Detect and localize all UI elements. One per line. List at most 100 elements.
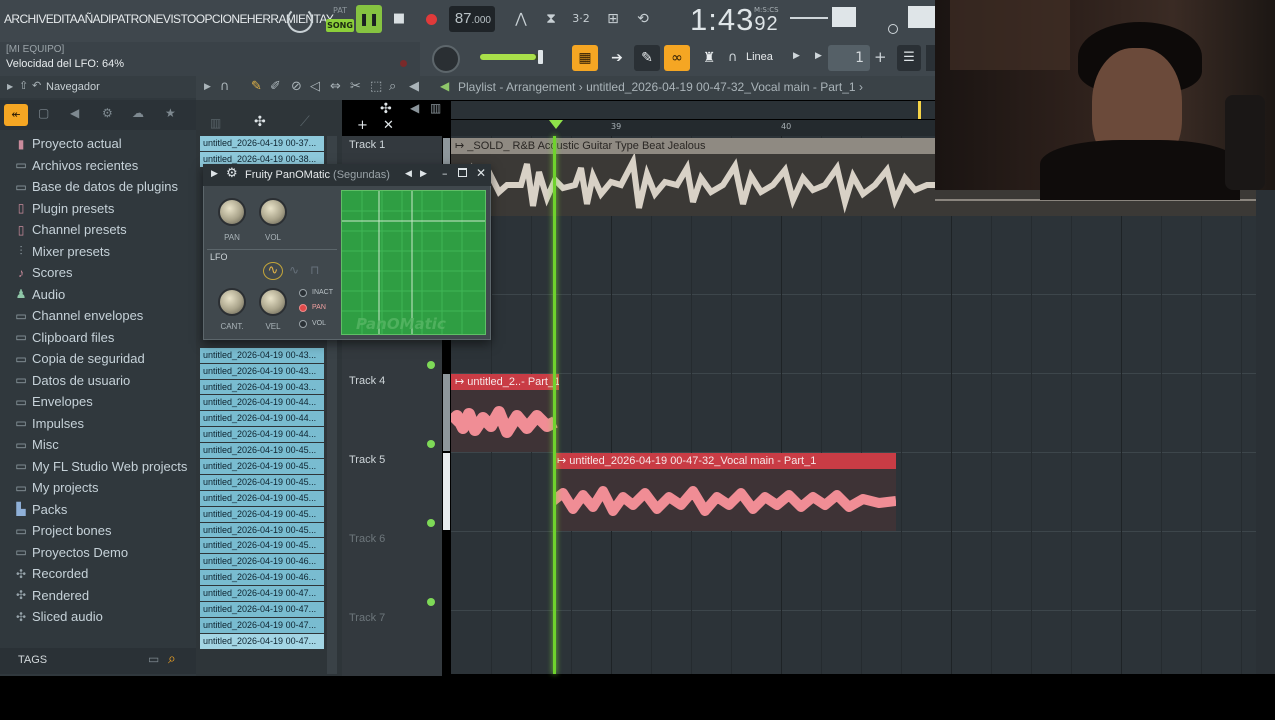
picker-clip-item[interactable]: untitled_2026-04-19 00-46...	[200, 554, 324, 571]
browser-item-archivos-recientes[interactable]: ▭ Archivos recientes	[10, 155, 190, 177]
picker-clip-item[interactable]: untitled_2026-04-19 00-47...	[200, 586, 324, 603]
picker-clip-item[interactable]: untitled_2026-04-19 00-43...	[200, 379, 324, 396]
vel-knob[interactable]	[259, 288, 287, 316]
channel-rack-icon[interactable]	[926, 45, 935, 71]
vocal-clip-body[interactable]	[549, 469, 897, 531]
mute-tool-icon[interactable]: ◁	[310, 79, 320, 94]
timeline-ruler[interactable]: 39 40	[451, 120, 935, 136]
picker-clip-item[interactable]: untitled_2026-04-19 00-43...	[200, 347, 324, 364]
browser-item-impulses[interactable]: ▭ Impulses	[10, 413, 190, 435]
playhead-marker-icon[interactable]	[549, 120, 563, 129]
browser-item-channel-envelopes[interactable]: ▭ Channel envelopes	[10, 305, 190, 327]
browser-home-button[interactable]: ↞	[4, 104, 28, 126]
browser-item-clipboard-files[interactable]: ▭ Clipboard files	[10, 327, 190, 349]
pencil-tool-icon[interactable]: ✎	[251, 79, 262, 94]
picker-clip-item[interactable]: untitled_2026-04-19 00-45...	[200, 443, 324, 460]
wait-input-icon[interactable]: ⧗	[538, 5, 564, 33]
vocal-clip-short-body[interactable]	[446, 390, 559, 452]
browser-item-project-bones[interactable]: ▭ Project bones	[10, 520, 190, 542]
menu-anadir[interactable]: AÑADI	[77, 12, 111, 26]
picker-clip-item[interactable]: untitled_2026-04-19 00-45...	[200, 490, 324, 507]
browser-item-scores[interactable]: ♪ Scores	[10, 262, 190, 284]
browser-item-proyecto-actual[interactable]: ▮ Proyecto actual	[10, 133, 190, 155]
picker-clip-item[interactable]: untitled_2026-04-19 00-46...	[200, 570, 324, 587]
snap-selector[interactable]: Linea	[746, 51, 773, 63]
plugin-icon[interactable]: ⚙	[102, 106, 113, 120]
browser-item-sliced-audio[interactable]: ✣ Sliced audio	[10, 606, 190, 628]
countdown-icon[interactable]: 3·2	[568, 5, 594, 33]
next-preset-icon[interactable]: ▶	[420, 169, 427, 179]
browser-item-copia-de-seguridad[interactable]: ▭ Copia de seguridad	[10, 348, 190, 370]
picker-clip-item[interactable]: untitled_2026-04-19 00-45...	[200, 506, 324, 523]
playlist-arrow-icon[interactable]: ▶	[204, 82, 211, 92]
browser-item-plugin-presets[interactable]: ▯ Plugin presets	[10, 198, 190, 220]
zoom-tool-icon[interactable]: ⌕	[389, 79, 396, 94]
browser-arrow-icon[interactable]: ▶	[7, 82, 13, 91]
vocal-clip-header[interactable]: ↦ untitled_2026-04-19 00-47-32_Vocal mai…	[553, 453, 896, 469]
picker-audio-icon[interactable]: ✣	[254, 114, 266, 130]
stop-button[interactable]: ■	[386, 5, 412, 33]
picker-clip-item[interactable]: untitled_2026-04-19 00-43...	[200, 363, 324, 380]
browser-back-icon[interactable]: ↶	[32, 79, 41, 92]
playlist-grid[interactable]	[451, 136, 1256, 674]
search-icon[interactable]: ⌕	[168, 651, 176, 667]
plugin-menu-arrow-icon[interactable]: ▶	[211, 169, 218, 179]
track-5-selector[interactable]	[443, 453, 450, 530]
step-prev-icon[interactable]: ▶	[815, 51, 822, 61]
picker-tab-icon[interactable]: ▥	[210, 116, 221, 130]
pause-button[interactable]: ❚❚	[356, 5, 382, 33]
tags-label[interactable]: TAGS	[18, 654, 47, 666]
track-6-name[interactable]: Track 6	[349, 533, 385, 545]
plugin-gear-icon[interactable]: ⚙	[226, 166, 238, 181]
browser-up-icon[interactable]: ⇧	[19, 79, 28, 92]
playback-tool-icon[interactable]: ◀	[409, 79, 419, 94]
playlist-button[interactable]: ▦	[572, 45, 598, 71]
pat-label[interactable]: PAT	[333, 6, 347, 15]
cant-knob[interactable]	[218, 288, 246, 316]
picker-clip-item[interactable]: untitled_2026-04-19 00-47...	[200, 617, 324, 634]
picker-clip-item[interactable]: untitled_2026-04-19 00-44...	[200, 395, 324, 412]
track-7-name[interactable]: Track 7	[349, 612, 385, 624]
step-edit-icon[interactable]: ⊞	[600, 5, 626, 33]
browser-item-datos-de-usuario[interactable]: ▭ Datos de usuario	[10, 370, 190, 392]
star-icon[interactable]: ★	[165, 106, 176, 120]
file-icon[interactable]: ▢	[38, 106, 49, 120]
tags-folder-icon[interactable]: ▭	[148, 652, 159, 666]
picker-clip-item[interactable]: untitled_2026-04-19 00-45...	[200, 474, 324, 491]
add-pattern-icon[interactable]: +	[874, 48, 887, 66]
picker-clip-item[interactable]: untitled_2026-04-19 00-44...	[200, 411, 324, 428]
browser-item-my-projects[interactable]: ▭ My projects	[10, 477, 190, 499]
radio-inact[interactable]	[299, 289, 307, 297]
picker-clip-item[interactable]: untitled_2026-04-19 00-37...	[200, 136, 324, 152]
current-pattern-name[interactable]: untitled_2026-04-19 00-47-32_Vocal main …	[586, 80, 856, 94]
minimize-icon[interactable]: –	[442, 167, 448, 180]
browser-item-rendered[interactable]: ✣ Rendered	[10, 585, 190, 607]
menu-archivo[interactable]: ARCHIV	[4, 12, 46, 26]
select-tool-icon[interactable]: ⬚	[370, 79, 382, 94]
sine-wave-icon[interactable]: ∿	[263, 262, 283, 280]
prev-preset-icon[interactable]: ◀	[405, 169, 412, 179]
pan-knob[interactable]	[218, 198, 246, 226]
browser-item-base-de-datos[interactable]: ▭ Base de datos de plugins	[10, 176, 190, 198]
browser-item-audio[interactable]: ♟ Audio	[10, 284, 190, 306]
browser-item-fl-web-projects[interactable]: ▭ My FL Studio Web projects	[10, 456, 190, 478]
mixer-icon[interactable]: ☰	[897, 45, 921, 71]
record-button[interactable]	[418, 5, 444, 33]
browser-item-recorded[interactable]: ✣ Recorded	[10, 563, 190, 585]
tempo-display[interactable]: 87.000	[449, 6, 495, 32]
track-mute-icon[interactable]: ◀	[410, 101, 419, 115]
track-4-name[interactable]: Track 4	[349, 375, 385, 387]
slip-tool-icon[interactable]: ⇔	[330, 79, 341, 94]
picker-clip-item[interactable]: untitled_2026-04-19 00-44...	[200, 427, 324, 444]
arrow-tool-icon[interactable]: ➔	[604, 45, 630, 71]
menu-edita[interactable]: EDITA	[46, 12, 78, 26]
browser-item-channel-presets[interactable]: ▯ Channel presets	[10, 219, 190, 241]
metronome-icon[interactable]: ⋀	[508, 5, 534, 33]
song-mode-button[interactable]: SONG	[326, 19, 354, 32]
master-pitch-knob[interactable]	[432, 45, 460, 73]
add-track-icon[interactable]: +	[357, 118, 368, 133]
browser-item-proyectos-demo[interactable]: ▭ Proyectos Demo	[10, 542, 190, 564]
online-panel-icon[interactable]	[908, 6, 935, 28]
paint-tool-icon[interactable]: ✐	[270, 79, 281, 94]
picker-clip-item[interactable]: untitled_2026-04-19 00-47...	[200, 633, 324, 650]
